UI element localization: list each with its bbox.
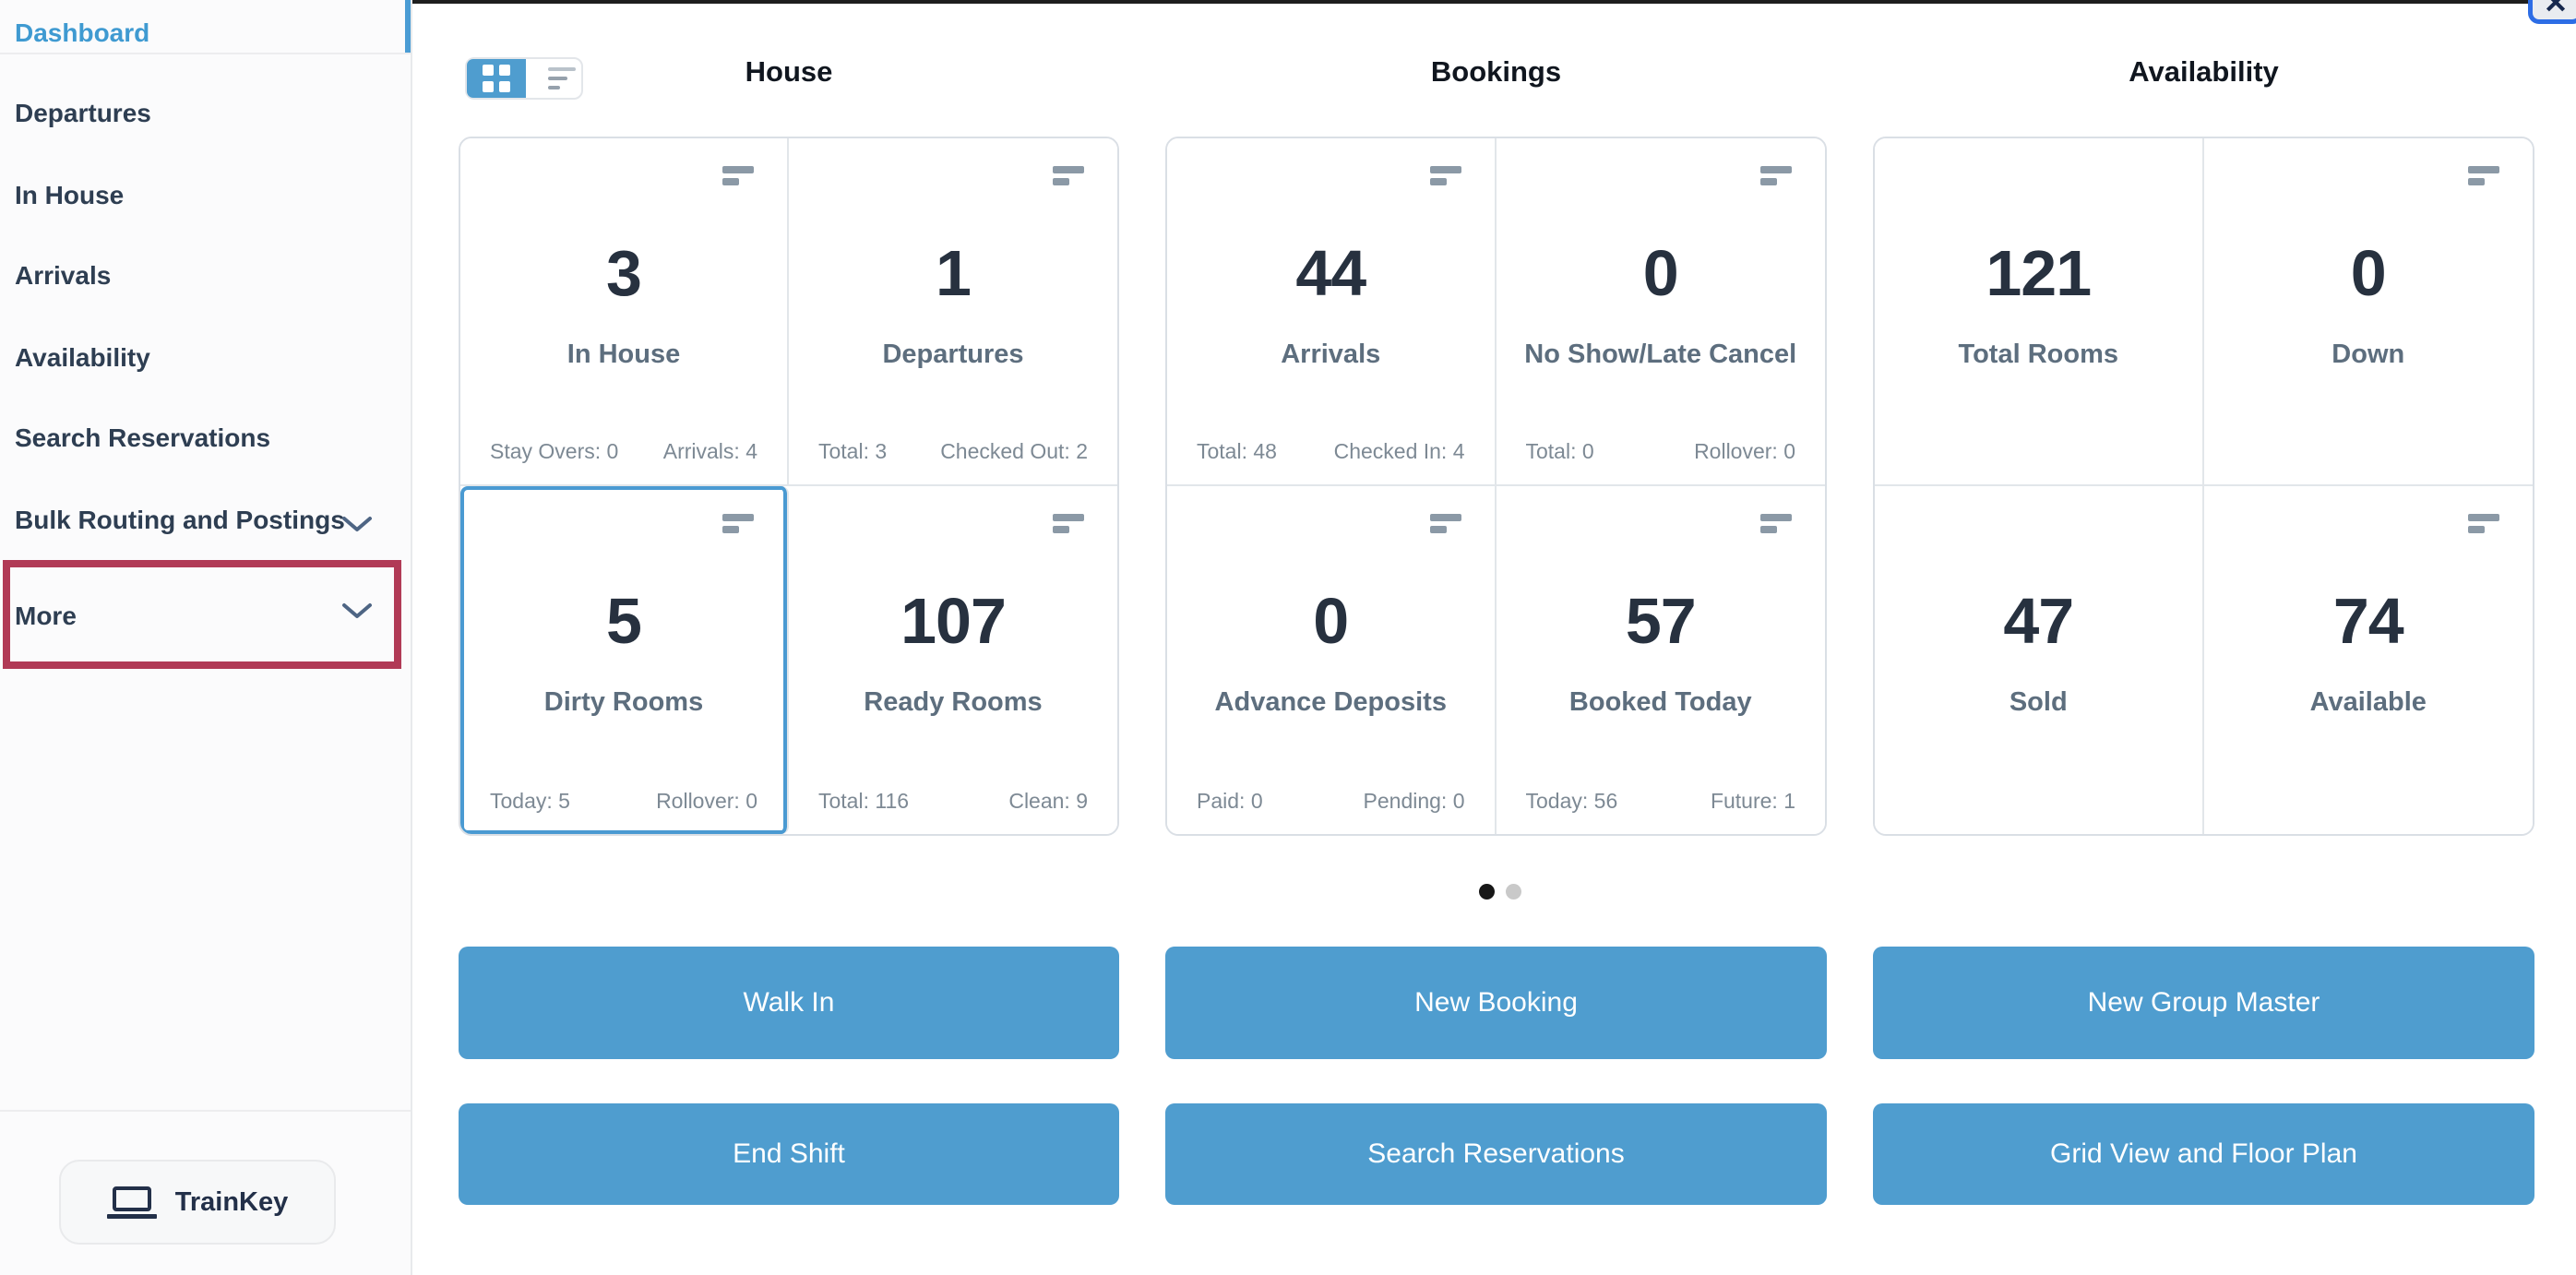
card-stat-right: Pending: 0 bbox=[1363, 789, 1465, 813]
card-stat-right: Future: 1 bbox=[1710, 789, 1795, 813]
card-stat-left: Total: 48 bbox=[1197, 439, 1277, 463]
card-value: 0 bbox=[1642, 237, 1679, 309]
card-label: Booked Today bbox=[1568, 687, 1752, 717]
card-in-house[interactable]: 3 In House Stay Overs: 0 Arrivals: 4 bbox=[460, 138, 789, 486]
card-stat-left: Today: 5 bbox=[490, 789, 570, 813]
end-shift-button[interactable]: End Shift bbox=[459, 1103, 1119, 1205]
card-menu-icon[interactable] bbox=[2468, 514, 2499, 533]
card-booked-today[interactable]: 57 Booked Today Today: 56 Future: 1 bbox=[1496, 486, 1825, 834]
sidebar-item-in-house[interactable]: In House bbox=[15, 177, 359, 214]
card-label: Advance Deposits bbox=[1214, 687, 1447, 717]
card-total-rooms[interactable]: 121 Total Rooms bbox=[1875, 138, 2204, 486]
modal-top-border bbox=[412, 0, 2576, 4]
card-value: 74 bbox=[2332, 585, 2404, 657]
walk-in-button[interactable]: Walk In bbox=[459, 947, 1119, 1059]
active-item-indicator bbox=[405, 0, 411, 53]
card-label: Departures bbox=[882, 340, 1024, 369]
card-value: 0 bbox=[1313, 585, 1349, 657]
card-stat-right: Rollover: 0 bbox=[1694, 439, 1795, 463]
card-menu-icon[interactable] bbox=[722, 166, 754, 185]
card-stat-left: Today: 56 bbox=[1525, 789, 1618, 813]
grid-view-floor-plan-button[interactable]: Grid View and Floor Plan bbox=[1873, 1103, 2534, 1205]
card-value: 1 bbox=[936, 237, 972, 309]
card-value: 107 bbox=[900, 585, 1007, 657]
laptop-icon bbox=[106, 1186, 157, 1219]
close-button[interactable]: ✕ bbox=[2528, 0, 2576, 24]
card-no-show-late-cancel[interactable]: 0 No Show/Late Cancel Total: 0 Rollover:… bbox=[1496, 138, 1825, 486]
card-sold[interactable]: 47 Sold bbox=[1875, 486, 2204, 834]
card-label: No Show/Late Cancel bbox=[1524, 340, 1797, 369]
card-label: Sold bbox=[2009, 687, 2068, 717]
card-stat-right: Arrivals: 4 bbox=[662, 439, 757, 463]
card-value: 0 bbox=[2350, 237, 2387, 309]
availability-card-group: 121 Total Rooms 0 Down 47 Sold 74 Availa… bbox=[1873, 137, 2534, 836]
section-title-availability: Availability bbox=[2129, 55, 2279, 88]
divider bbox=[0, 53, 411, 54]
card-value: 121 bbox=[1986, 237, 2092, 309]
sidebar-item-arrivals[interactable]: Arrivals bbox=[15, 257, 359, 294]
new-booking-button[interactable]: New Booking bbox=[1165, 947, 1827, 1059]
card-menu-icon[interactable] bbox=[1429, 166, 1461, 185]
card-down[interactable]: 0 Down bbox=[2203, 138, 2533, 486]
annotation-highlight-box bbox=[3, 560, 401, 669]
chevron-down-icon bbox=[342, 517, 372, 531]
card-label: Total Rooms bbox=[1958, 340, 2118, 369]
bookings-card-group: 44 Arrivals Total: 48 Checked In: 4 0 No… bbox=[1165, 137, 1827, 836]
carousel-dot-2[interactable] bbox=[1506, 884, 1521, 900]
card-value: 47 bbox=[2003, 585, 2074, 657]
carousel-dots bbox=[1479, 884, 1521, 900]
dashboard-page: Dashboard Departures In House Arrivals A… bbox=[0, 0, 2576, 1275]
card-departures[interactable]: 1 Departures Total: 3 Checked Out: 2 bbox=[789, 138, 1117, 486]
card-label: Ready Rooms bbox=[864, 687, 1043, 717]
card-label: Dirty Rooms bbox=[543, 687, 704, 717]
sidebar-item-departures[interactable]: Departures bbox=[15, 95, 359, 132]
card-stat-right: Clean: 9 bbox=[1008, 789, 1088, 813]
card-menu-icon[interactable] bbox=[1429, 514, 1461, 533]
card-menu-icon[interactable] bbox=[722, 514, 754, 533]
sidebar-item-bulk-routing-postings[interactable]: Bulk Routing and Postings bbox=[15, 502, 359, 539]
card-label: In House bbox=[566, 340, 681, 369]
close-icon: ✕ bbox=[2543, 0, 2569, 19]
card-value: 5 bbox=[606, 585, 642, 657]
card-advance-deposits[interactable]: 0 Advance Deposits Paid: 0 Pending: 0 bbox=[1167, 486, 1497, 834]
card-stat-right: Rollover: 0 bbox=[656, 789, 757, 813]
sidebar: Dashboard Departures In House Arrivals A… bbox=[0, 0, 412, 1275]
sidebar-item-availability[interactable]: Availability bbox=[15, 340, 359, 376]
carousel-dot-1[interactable] bbox=[1479, 884, 1495, 900]
card-stat-right: Checked In: 4 bbox=[1333, 439, 1465, 463]
divider bbox=[0, 1110, 411, 1112]
card-menu-icon[interactable] bbox=[1760, 166, 1792, 185]
house-card-group: 3 In House Stay Overs: 0 Arrivals: 4 1 D… bbox=[459, 137, 1119, 836]
card-available[interactable]: 74 Available bbox=[2203, 486, 2533, 834]
section-title-house: House bbox=[745, 55, 833, 88]
card-value: 57 bbox=[1625, 585, 1697, 657]
card-label: Arrivals bbox=[1281, 340, 1381, 369]
card-menu-icon[interactable] bbox=[1053, 166, 1084, 185]
card-menu-icon[interactable] bbox=[1053, 514, 1084, 533]
card-label: Down bbox=[2332, 340, 2405, 369]
new-group-master-button[interactable]: New Group Master bbox=[1873, 947, 2534, 1059]
trainkey-button[interactable]: TrainKey bbox=[59, 1160, 336, 1245]
card-value: 3 bbox=[606, 237, 642, 309]
search-reservations-button[interactable]: Search Reservations bbox=[1165, 1103, 1827, 1205]
card-stat-left: Stay Overs: 0 bbox=[490, 439, 619, 463]
card-ready-rooms[interactable]: 107 Ready Rooms Total: 116 Clean: 9 bbox=[789, 486, 1117, 834]
card-stat-right: Checked Out: 2 bbox=[940, 439, 1088, 463]
sidebar-item-dashboard[interactable]: Dashboard bbox=[15, 15, 359, 52]
card-value: 44 bbox=[1295, 237, 1366, 309]
card-arrivals[interactable]: 44 Arrivals Total: 48 Checked In: 4 bbox=[1167, 138, 1497, 486]
card-label: Available bbox=[2309, 687, 2427, 717]
trainkey-label: TrainKey bbox=[174, 1186, 289, 1217]
section-title-bookings: Bookings bbox=[1430, 55, 1562, 88]
card-stat-left: Paid: 0 bbox=[1197, 789, 1263, 813]
card-stat-left: Total: 0 bbox=[1525, 439, 1594, 463]
card-stat-left: Total: 3 bbox=[818, 439, 888, 463]
card-stat-left: Total: 116 bbox=[818, 789, 910, 813]
card-menu-icon[interactable] bbox=[1760, 514, 1792, 533]
sidebar-item-search-reservations[interactable]: Search Reservations bbox=[15, 420, 359, 457]
card-menu-icon[interactable] bbox=[2468, 166, 2499, 185]
card-dirty-rooms[interactable]: 5 Dirty Rooms Today: 5 Rollover: 0 bbox=[460, 486, 789, 834]
